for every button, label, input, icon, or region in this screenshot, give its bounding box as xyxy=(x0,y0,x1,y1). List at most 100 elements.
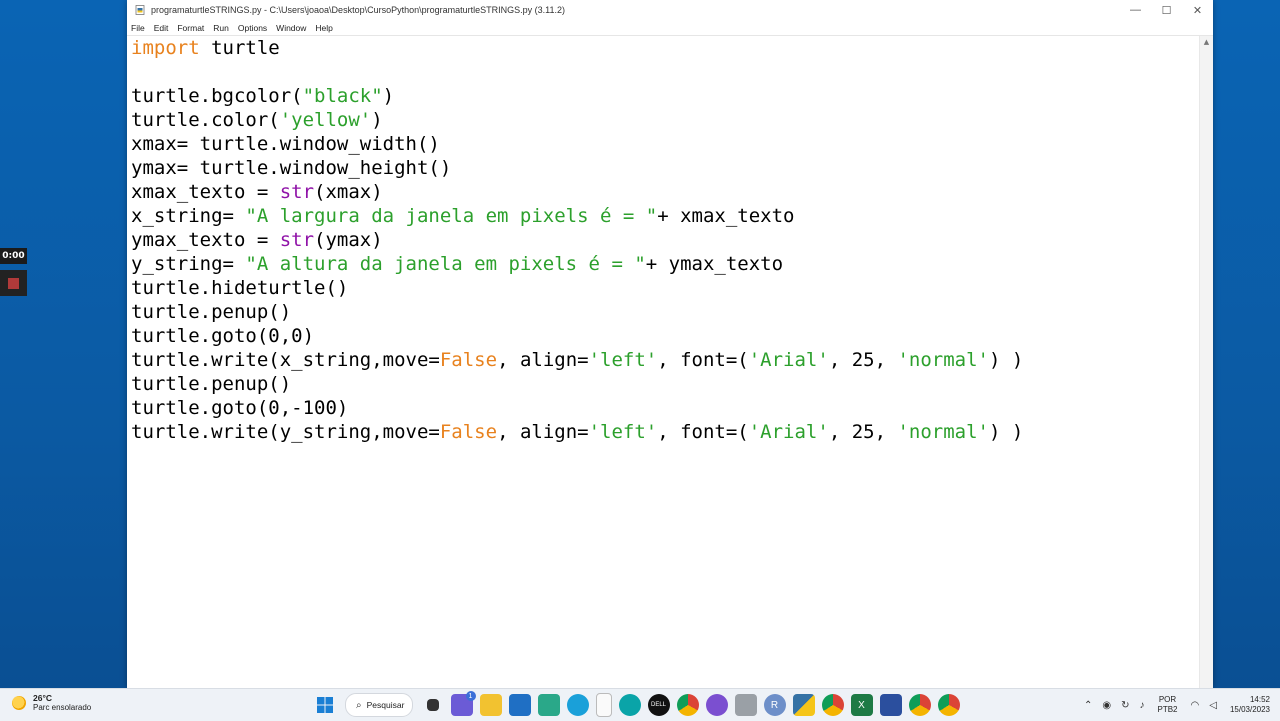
code-token: + ymax_texto xyxy=(645,253,784,275)
python-icon[interactable] xyxy=(792,694,815,716)
code-token: ) xyxy=(371,109,383,131)
python-file-icon xyxy=(135,5,145,15)
clock-time: 14:52 xyxy=(1249,695,1270,704)
code-token: ) ) xyxy=(988,349,1024,371)
code-line[interactable]: turtle.goto(0,0) xyxy=(131,324,1200,348)
code-line[interactable]: x_string= "A largura da janela em pixels… xyxy=(131,204,1200,228)
code-token: , align= xyxy=(497,349,589,371)
store-icon[interactable] xyxy=(508,694,531,716)
chrome-icon[interactable] xyxy=(676,694,699,716)
document-icon[interactable] xyxy=(595,693,612,717)
clock-date: 15/03/2023 xyxy=(1229,705,1270,714)
code-line[interactable]: turtle.write(x_string,move=False, align=… xyxy=(131,348,1200,372)
code-line[interactable]: turtle.penup() xyxy=(131,372,1200,396)
chrome-alt-icon[interactable] xyxy=(908,694,931,716)
close-button[interactable]: ✕ xyxy=(1182,0,1213,20)
code-line[interactable]: ymax_texto = str(ymax) xyxy=(131,228,1200,252)
code-token: (xmax) xyxy=(314,181,383,203)
chrome-alt2-icon[interactable] xyxy=(937,694,960,716)
code-token: , font=( xyxy=(657,349,749,371)
code-line[interactable]: import turtle xyxy=(131,36,1200,60)
r-language-icon[interactable]: R xyxy=(763,694,786,716)
code-line[interactable]: turtle.hideturtle() xyxy=(131,276,1200,300)
language-indicator[interactable]: POR PTB2 xyxy=(1158,695,1178,715)
wifi-icon[interactable]: ◠ xyxy=(1191,700,1200,711)
microphone-icon[interactable]: ♪ xyxy=(1140,700,1145,711)
dell-icon[interactable]: DELL xyxy=(647,694,670,716)
code-line[interactable]: turtle.color('yellow') xyxy=(131,108,1200,132)
code-token: , align= xyxy=(497,421,589,443)
menu-run[interactable]: Run xyxy=(213,23,229,33)
menu-format[interactable]: Format xyxy=(177,23,204,33)
menu-window[interactable]: Window xyxy=(276,23,306,33)
vertical-scrollbar[interactable]: ▲ xyxy=(1199,36,1213,688)
edge-icon[interactable] xyxy=(566,694,589,716)
gear-icon[interactable] xyxy=(705,694,728,716)
recording-stop-button[interactable] xyxy=(0,270,27,296)
code-token: ymax_texto = xyxy=(131,229,280,251)
vpn-icon[interactable] xyxy=(879,694,902,716)
code-token: 'Arial' xyxy=(748,349,829,371)
chat-icon[interactable]: 1 xyxy=(450,691,476,716)
code-token: "black" xyxy=(302,85,383,107)
code-line[interactable]: y_string= "A altura da janela em pixels … xyxy=(131,252,1200,276)
antivirus-icon[interactable]: ◉ xyxy=(1102,700,1111,711)
code-line[interactable]: turtle.goto(0,-100) xyxy=(131,396,1200,420)
code-token: turtle.hideturtle() xyxy=(131,277,349,299)
code-editor[interactable]: import turtle turtle.bgcolor("black") turt… xyxy=(127,36,1200,688)
start-icon[interactable] xyxy=(314,694,336,716)
code-token: False xyxy=(439,421,498,443)
search-icon: ⌕ xyxy=(356,699,362,711)
code-line[interactable]: turtle.write(y_string,move=False, align=… xyxy=(131,420,1200,444)
code-token: 'normal' xyxy=(897,349,989,371)
code-token: import xyxy=(131,37,200,59)
menu-bar: File Edit Format Run Options Window Help xyxy=(127,20,1213,36)
code-token: , font=( xyxy=(657,421,749,443)
code-line[interactable]: turtle.penup() xyxy=(131,300,1200,324)
code-token: y_string= xyxy=(131,253,246,275)
file-explorer-icon[interactable] xyxy=(479,694,502,716)
recording-timer: 0:00 xyxy=(0,248,27,264)
code-token: ymax= turtle.window_height() xyxy=(131,157,452,179)
code-text[interactable]: import turtle turtle.bgcolor("black") turt… xyxy=(127,36,1200,444)
scroll-up-icon[interactable]: ▲ xyxy=(1200,36,1213,48)
code-token: , 25, xyxy=(828,421,898,443)
code-line[interactable]: ymax= turtle.window_height() xyxy=(131,156,1200,180)
code-token: xmax_texto = xyxy=(131,181,280,203)
code-token: 'yellow' xyxy=(279,109,372,131)
menu-options[interactable]: Options xyxy=(238,23,267,33)
menu-file[interactable]: File xyxy=(131,23,145,33)
taskbar: 26°C Parc ensolarado ⌕ Pesquisar 1 DELL … xyxy=(0,688,1280,721)
code-line[interactable]: xmax= turtle.window_width() xyxy=(131,132,1200,156)
code-token: 'normal' xyxy=(897,421,989,443)
code-line[interactable] xyxy=(131,60,1200,84)
clock[interactable]: 14:52 15/03/2023 xyxy=(1230,695,1270,715)
volume-icon[interactable]: ◁ xyxy=(1209,700,1217,711)
keyboard-layout: PTB2 xyxy=(1157,705,1178,714)
maximize-button[interactable]: ☐ xyxy=(1151,0,1182,20)
task-view-icon[interactable] xyxy=(427,699,439,711)
code-line[interactable]: xmax_texto = str(xmax) xyxy=(131,180,1200,204)
weather-temp: 26°C xyxy=(33,693,52,703)
weather-desc: Parc ensolarado xyxy=(33,703,92,712)
excel-icon[interactable]: X xyxy=(850,694,873,716)
weather-widget[interactable]: 26°C Parc ensolarado xyxy=(12,693,91,713)
minimize-button[interactable]: — xyxy=(1120,0,1151,20)
code-line[interactable]: turtle.bgcolor("black") xyxy=(131,84,1200,108)
snipping-tool-icon[interactable] xyxy=(537,694,560,716)
code-token: + xmax_texto xyxy=(657,205,795,227)
code-token: turtle.goto(0,-100) xyxy=(131,397,349,419)
idle-editor-window: programaturtleSTRINGS.py - C:\Users\joao… xyxy=(127,0,1213,688)
chrome-profile-icon[interactable] xyxy=(821,694,844,716)
menu-help[interactable]: Help xyxy=(315,23,332,33)
chevron-up-icon[interactable]: ⌃ xyxy=(1084,700,1092,711)
taskbar-search[interactable]: ⌕ Pesquisar xyxy=(345,693,413,717)
title-bar[interactable]: programaturtleSTRINGS.py - C:\Users\joao… xyxy=(127,0,1213,20)
code-token: str xyxy=(279,229,315,251)
sync-icon[interactable]: ↻ xyxy=(1121,700,1129,711)
menu-edit[interactable]: Edit xyxy=(154,23,169,33)
arduino-icon[interactable] xyxy=(618,694,641,716)
language-code: POR xyxy=(1158,695,1177,704)
code-token: , 25, xyxy=(828,349,898,371)
printer-icon[interactable] xyxy=(734,694,757,716)
